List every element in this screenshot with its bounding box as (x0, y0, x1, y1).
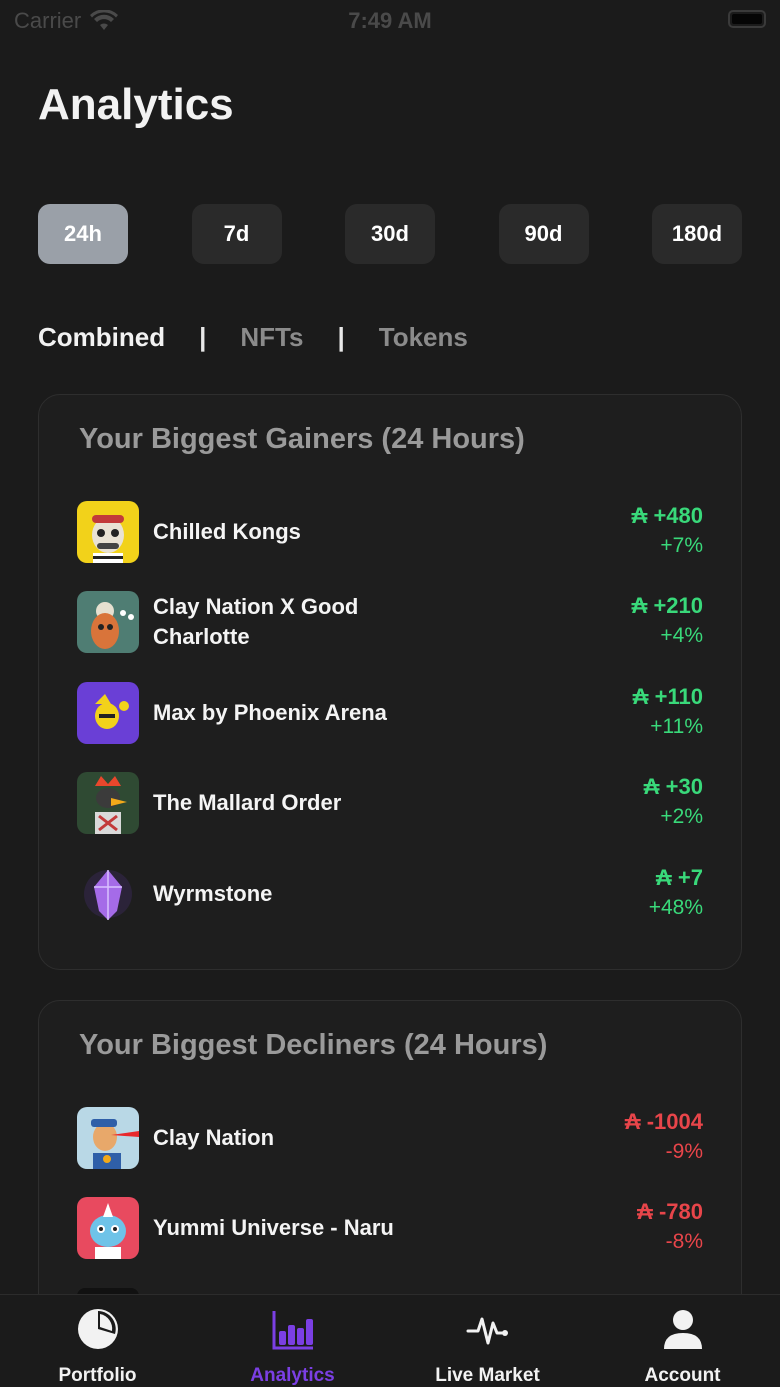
list-item[interactable]: Clay Nation ₳ -1004 -9% (77, 1107, 703, 1169)
range-button-24h[interactable]: 24h (38, 204, 128, 264)
asset-thumbnail (77, 591, 139, 653)
range-button-30d[interactable]: 30d (345, 204, 435, 264)
bar-chart-icon (272, 1311, 313, 1350)
range-button-7d[interactable]: 7d (191, 204, 282, 264)
asset-name: Chilled Kongs (153, 519, 301, 544)
change-amount: ₳ -1004 (624, 1109, 703, 1134)
asset-name: Yummi Universe - Naru (153, 1215, 394, 1240)
change-amount: ₳ +110 (632, 684, 703, 709)
list-item[interactable]: Max by Phoenix Arena ₳ +110 +11% (77, 682, 703, 744)
bottom-tab-bar: Portfolio Analytics Live Market Account (0, 1294, 780, 1387)
pie-chart-icon (78, 1309, 118, 1349)
status-time: 7:49 AM (348, 8, 432, 33)
change-amount: ₳ +30 (643, 774, 703, 799)
asset-thumbnail (77, 1107, 139, 1169)
biggest-decliners-card: Your Biggest Decliners (24 Hours) Clay N… (38, 1000, 742, 1320)
battery-icon (728, 10, 766, 28)
change-percent: +7% (660, 534, 703, 557)
decliners-title: Your Biggest Decliners (24 Hours) (79, 1029, 548, 1061)
asset-thumbnail (77, 501, 139, 563)
tab-label: Account (644, 1365, 721, 1386)
list-item[interactable]: Yummi Universe - Naru ₳ -780 -8% (77, 1197, 703, 1259)
change-amount: ₳ +480 (631, 503, 703, 528)
range-button-180d[interactable]: 180d (652, 204, 742, 264)
asset-name: Max by Phoenix Arena (153, 700, 387, 725)
change-percent: -8% (665, 1230, 703, 1253)
tab-nfts[interactable]: NFTs (240, 322, 303, 353)
list-item[interactable]: The Mallard Order ₳ +30 +2% (77, 772, 703, 834)
list-item[interactable]: Clay Nation X Good Charlotte ₳ +210 +4% (77, 591, 703, 653)
tab-separator: | (337, 322, 345, 352)
biggest-gainers-card: Your Biggest Gainers (24 Hours) Chilled … (38, 394, 742, 970)
asset-name: Clay Nation (153, 1125, 275, 1150)
change-percent: +2% (660, 805, 703, 828)
change-percent: -9% (665, 1140, 703, 1163)
range-button-90d[interactable]: 90d (498, 204, 589, 264)
asset-thumbnail (77, 772, 139, 834)
time-range-selector: 24h 7d 30d 90d 180d (38, 204, 742, 264)
asset-thumbnail (77, 863, 139, 925)
tab-account[interactable]: Account (585, 1295, 780, 1387)
asset-thumbnail (77, 1197, 139, 1259)
asset-change: ₳ -1004 -9% (625, 1107, 703, 1167)
asset-change: ₳ -780 -8% (637, 1197, 703, 1257)
asset-name: The Mallard Order (153, 790, 342, 815)
tab-live-market[interactable]: Live Market (390, 1295, 585, 1387)
asset-change: ₳ +210 +4% (631, 591, 703, 651)
tab-analytics[interactable]: Analytics (195, 1295, 390, 1387)
asset-change: ₳ +7 +48% (649, 863, 703, 923)
tab-label: Live Market (435, 1365, 540, 1386)
tab-tokens[interactable]: Tokens (379, 322, 468, 353)
asset-type-tabs: Combined | NFTs | Tokens (38, 322, 468, 353)
change-percent: +4% (660, 624, 703, 647)
tab-portfolio[interactable]: Portfolio (0, 1295, 195, 1387)
asset-name: Wyrmstone (153, 881, 273, 906)
asset-change: ₳ +30 +2% (644, 772, 703, 832)
list-item[interactable]: Chilled Kongs ₳ +480 +7% (77, 501, 703, 563)
tab-label: Analytics (250, 1365, 335, 1386)
page-title: Analytics (38, 80, 234, 129)
asset-thumbnail (77, 682, 139, 744)
tab-separator: | (199, 322, 207, 352)
status-bar: Carrier 7:49 AM (0, 0, 780, 40)
list-item[interactable]: Wyrmstone ₳ +7 +48% (77, 863, 703, 925)
change-amount: ₳ -780 (636, 1199, 703, 1224)
gainers-title: Your Biggest Gainers (24 Hours) (79, 423, 525, 455)
person-icon (664, 1310, 702, 1349)
asset-change: ₳ +110 +11% (633, 682, 703, 742)
change-amount: ₳ +210 (631, 593, 703, 618)
change-amount: ₳ +7 (655, 865, 703, 890)
asset-change: ₳ +480 +7% (631, 501, 703, 561)
tab-combined[interactable]: Combined (38, 322, 165, 353)
change-percent: +48% (648, 896, 703, 919)
pulse-icon (466, 1317, 508, 1345)
asset-name: Clay Nation X Good Charlotte (153, 594, 359, 649)
tab-label: Portfolio (58, 1365, 137, 1386)
change-percent: +11% (650, 715, 703, 738)
